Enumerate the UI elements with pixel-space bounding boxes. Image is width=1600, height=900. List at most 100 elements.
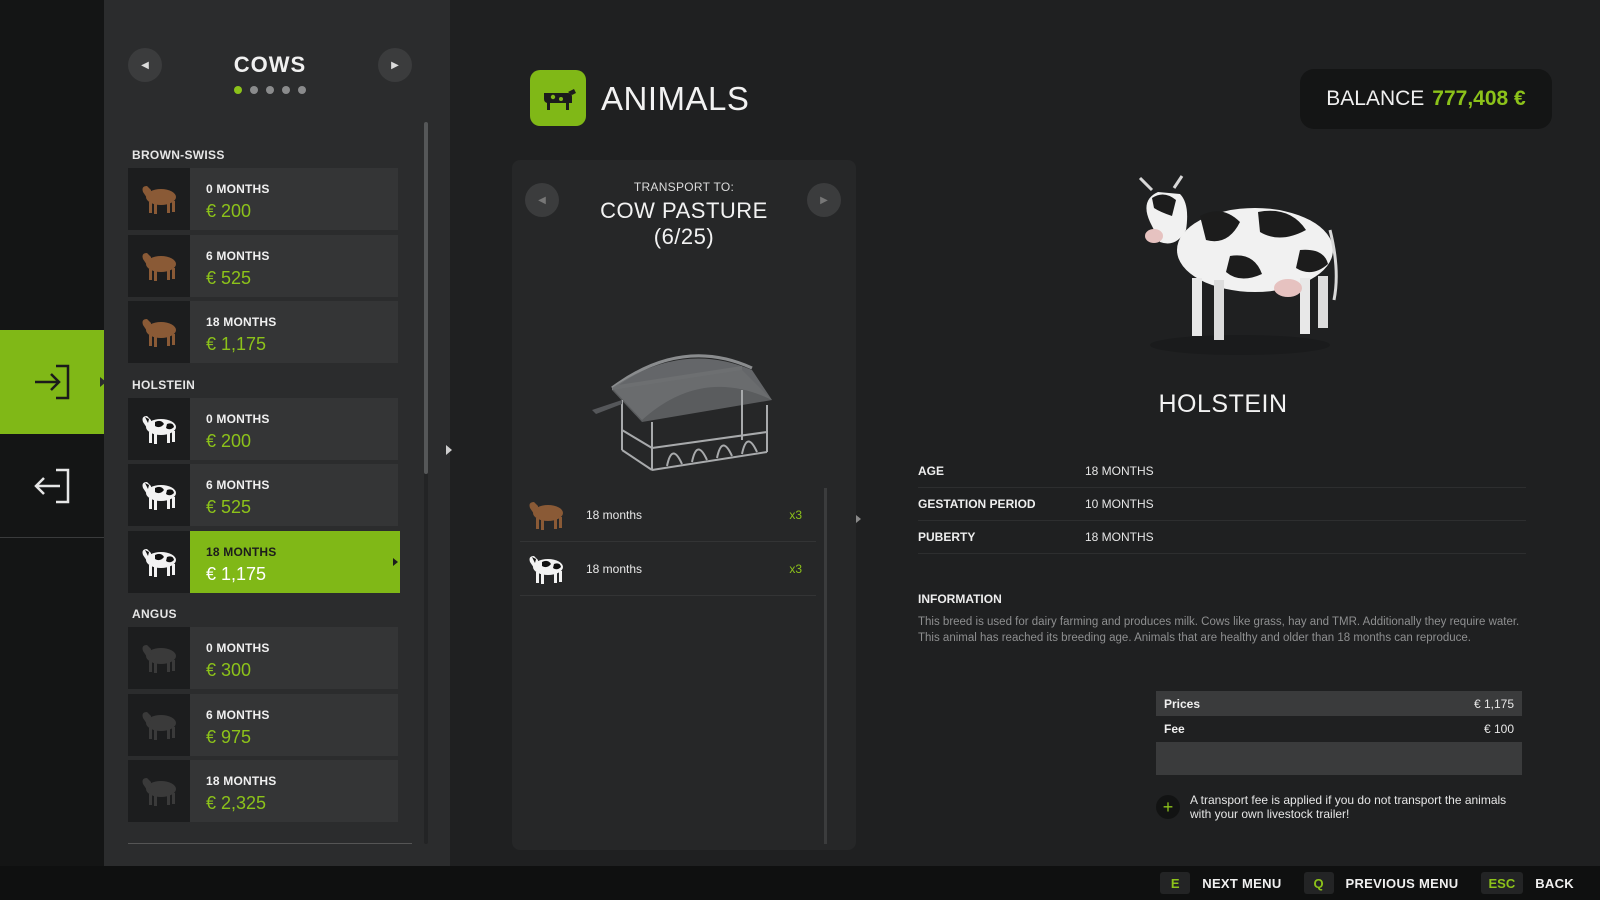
- animal-list-item[interactable]: 6 MONTHS € 525: [128, 234, 404, 297]
- animal-price: € 525: [206, 267, 252, 288]
- transport-row-count: x3: [789, 507, 802, 522]
- transport-row-label: 18 months: [586, 561, 643, 576]
- list-scrollbar-thumb[interactable]: [424, 122, 428, 474]
- breed-group-label: HOLSTEIN: [132, 377, 196, 392]
- balance-value: 777,408 €: [1432, 87, 1526, 110]
- stat-value: 10 MONTHS: [1085, 497, 1154, 511]
- fee-row: Fee € 100: [1156, 716, 1522, 741]
- information-title: INFORMATION: [918, 592, 1002, 606]
- transport-animal-thumbnail: [520, 498, 572, 532]
- hotkey-label: BACK: [1535, 875, 1574, 891]
- transport-row[interactable]: 18 months x3: [520, 542, 816, 596]
- expand-transport-arrow[interactable]: [856, 515, 861, 523]
- animal-thumbnail: [128, 464, 190, 526]
- hotkey-hint[interactable]: Q PREVIOUS MENU: [1303, 872, 1475, 894]
- animal-item-info: 6 MONTHS € 525: [190, 464, 398, 526]
- page-dot[interactable]: [250, 86, 258, 94]
- cow-thumbnail-icon: [142, 415, 176, 444]
- page-dot[interactable]: [298, 86, 306, 94]
- animal-thumbnail: [128, 530, 190, 593]
- cow-thumbnail-icon: [529, 501, 563, 530]
- triangle-right-icon: ▶: [391, 59, 399, 71]
- animal-list-item[interactable]: 0 MONTHS € 200: [128, 168, 404, 230]
- cow-thumbnail-icon: [142, 778, 176, 806]
- category-title: COWS: [233, 52, 307, 77]
- animal-list-item[interactable]: 18 MONTHS € 1,175: [128, 301, 404, 363]
- animal-item-info: 18 MONTHS € 1,175: [190, 530, 400, 593]
- animal-price: € 200: [206, 430, 252, 451]
- animal-item-info: 18 MONTHS € 1,175: [190, 301, 398, 363]
- hotkey-hint[interactable]: ESC BACK: [1480, 872, 1591, 894]
- stat-key: GESTATION PERIOD: [918, 497, 1036, 511]
- transport-row-label: 18 months: [586, 507, 643, 522]
- animal-price: € 975: [206, 726, 252, 747]
- stat-row: GESTATION PERIOD 10 MONTHS: [918, 488, 1526, 521]
- transport-destination: COW PASTURE (6/25): [512, 198, 856, 250]
- breed-stats: AGE 18 MONTHS GESTATION PERIOD 10 MONTHS PUB…: [918, 455, 1526, 554]
- animal-list[interactable]: BROWN-SWISS 0 MONTHS € 200 6 MONTHS € 525 18 …: [128, 138, 412, 844]
- animal-item-info: 18 MONTHS € 2,325: [190, 760, 398, 822]
- breed-group-label: BROWN-SWISS: [132, 148, 225, 162]
- animal-age: 0 MONTHS: [206, 641, 270, 655]
- fee-value: € 1,175: [1473, 696, 1514, 711]
- tab-buy[interactable]: [0, 330, 106, 434]
- animal-thumbnail: [128, 760, 190, 822]
- breed-group-label: ANGUS: [132, 607, 177, 621]
- fee-key: Prices: [1164, 696, 1201, 711]
- list-scrollbar[interactable]: [424, 122, 428, 844]
- transport-row-count: x3: [789, 561, 802, 576]
- transport-panel: ◀ ▶ TRANSPORT TO: COW PASTURE (6/25) 18 …: [512, 160, 856, 850]
- animal-list-item[interactable]: 18 MONTHS € 2,325: [128, 760, 404, 822]
- note-text: A transport fee is applied if you do not…: [1190, 793, 1507, 821]
- destination-name: COW PASTURE: [600, 198, 768, 223]
- animal-price: € 200: [206, 201, 252, 221]
- price-total-row: [1156, 742, 1522, 775]
- transport-scrollbar[interactable]: [824, 488, 827, 844]
- cow-thumbnail-icon: [529, 555, 563, 584]
- tab-sell[interactable]: [0, 434, 104, 538]
- animal-item-info: 6 MONTHS € 525: [190, 234, 398, 297]
- selected-arrow-icon: [393, 557, 398, 566]
- animals-header-icon: [530, 70, 586, 126]
- animal-price: € 300: [206, 660, 252, 680]
- animal-age: 0 MONTHS: [206, 182, 270, 196]
- animal-list-panel: ◀ COWS ▶ BROWN-SWISS 0 MONTHS € 200 6 MONTH…: [104, 0, 450, 866]
- stat-key: AGE: [918, 464, 945, 478]
- information-text: This breed is used for dairy farming and…: [918, 616, 1520, 644]
- hotkey-label: NEXT MENU: [1202, 875, 1282, 891]
- transport-row[interactable]: 18 months x3: [520, 488, 816, 542]
- animal-list-item[interactable]: 0 MONTHS € 200: [128, 397, 404, 460]
- animal-price: € 1,175: [206, 563, 267, 584]
- cow-thumbnail-icon: [142, 482, 176, 510]
- animal-list-item[interactable]: 18 MONTHS € 1,175: [128, 530, 404, 593]
- animal-price: € 525: [206, 497, 252, 517]
- animal-item-info: 0 MONTHS € 200: [190, 397, 398, 460]
- page-dot[interactable]: [282, 86, 290, 94]
- side-tab-rail: [0, 0, 106, 866]
- stat-row: PUBERTY 18 MONTHS: [918, 521, 1526, 554]
- balance-display: BALANCE 777,408 €: [1300, 69, 1552, 129]
- page-dot[interactable]: [266, 86, 274, 94]
- animal-list-item[interactable]: 6 MONTHS € 525: [128, 464, 404, 526]
- page-title: ANIMALS: [601, 80, 750, 117]
- transport-animal-thumbnail: [520, 552, 572, 586]
- animal-thumbnail: [128, 301, 190, 363]
- transport-fee-note: + A transport fee is applied if you do n…: [1156, 793, 1526, 821]
- hotkey-key: ESC: [1480, 872, 1524, 894]
- hotkey-key: Q: [1303, 872, 1334, 894]
- animal-thumbnail: [128, 168, 190, 230]
- fee-row: Prices € 1,175: [1156, 691, 1522, 716]
- animal-age: 18 MONTHS: [206, 774, 277, 788]
- animal-list-item[interactable]: 0 MONTHS € 300: [128, 627, 404, 689]
- cow-thumbnail-icon: [142, 252, 176, 281]
- animal-list-item[interactable]: 6 MONTHS € 975: [128, 693, 404, 756]
- animal-thumbnail: [128, 397, 190, 460]
- next-category-button[interactable]: ▶: [378, 48, 412, 82]
- animal-age: 0 MONTHS: [206, 411, 270, 426]
- animal-item-info: 0 MONTHS € 300: [190, 627, 398, 689]
- collapse-list-arrow[interactable]: [446, 445, 452, 455]
- hotkey-hint[interactable]: E NEXT MENU: [1160, 872, 1297, 894]
- page-dot[interactable]: [234, 86, 242, 94]
- category-selector: ◀ COWS ▶: [128, 44, 412, 100]
- cow-thumbnail-icon: [142, 548, 176, 577]
